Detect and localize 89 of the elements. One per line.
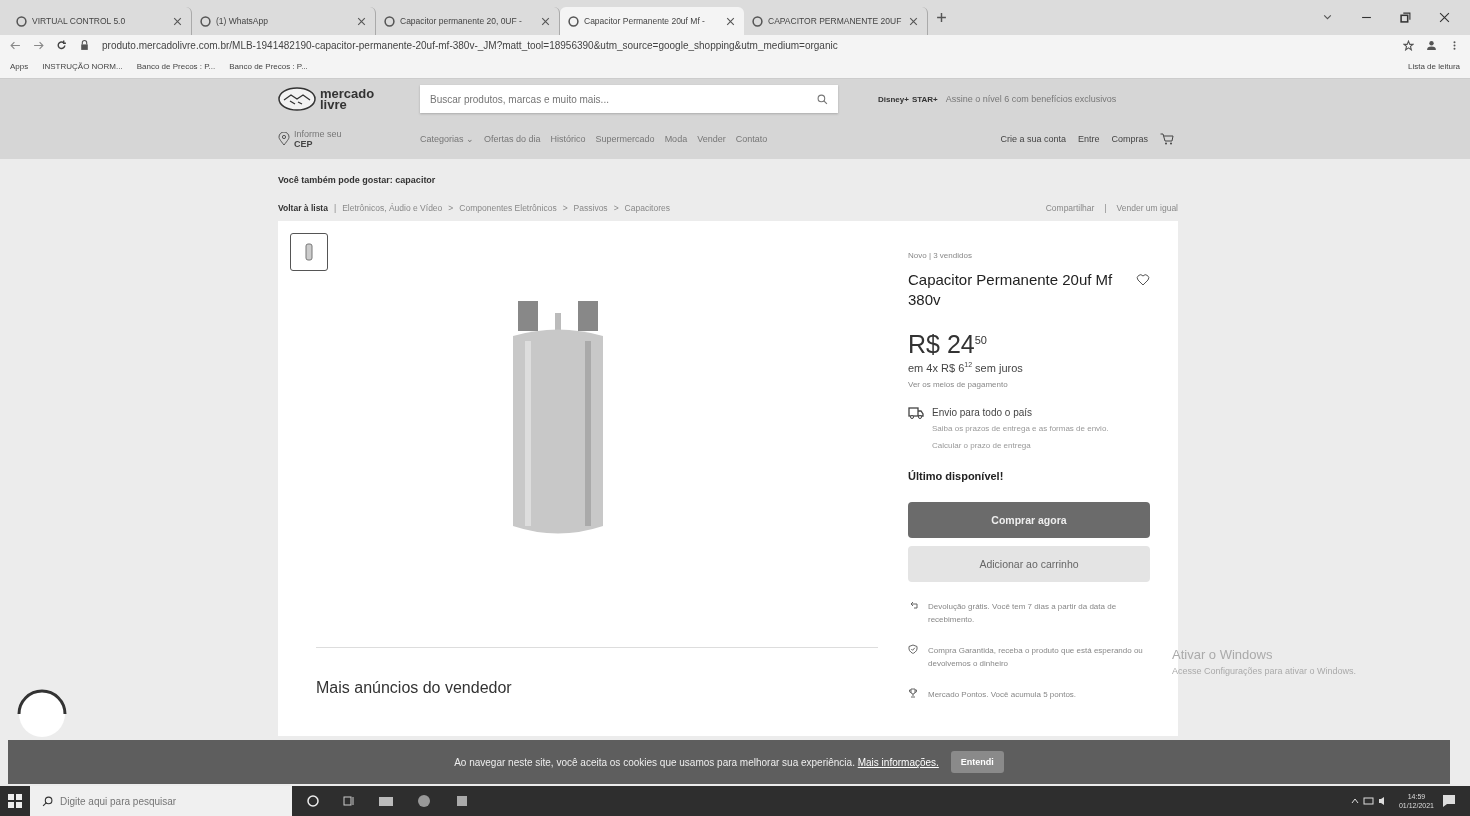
action-divider: | [1104,203,1107,213]
site-icon [752,15,763,27]
nav-link[interactable]: Ofertas do dia [484,134,541,144]
handshake-logo-icon[interactable] [278,87,316,111]
task-view-icon[interactable] [342,794,356,808]
bookmark-item[interactable]: Banco de Precos : P... [136,62,216,71]
nav-link[interactable]: Contato [735,134,768,144]
nav-link[interactable]: Moda [664,134,688,144]
more-info-link[interactable]: Mais informações. [857,756,939,768]
circle-icon[interactable] [306,794,320,808]
promo-text[interactable]: Assine o nível 6 com benefícios exclusivos [945,94,1117,104]
profile-icon[interactable] [1426,39,1437,51]
close-icon[interactable] [540,15,551,27]
benefit-text: Devolução grátis. Você tem 7 dias a partir da data de recebimento. [928,600,1118,626]
nav-link[interactable]: Histórico [550,134,586,144]
benefit-text: Mercado Pontos. Você acumula 5 pontos. [928,688,1077,701]
related-search-text[interactable]: Você também pode gostar: capacitor [278,159,1178,203]
bookmark-item[interactable]: Banco de Precos : P... [229,62,308,71]
site-icon [200,15,211,27]
chevron-icon[interactable] [1322,12,1333,23]
bookmark-item[interactable]: INSTRUÇÃO NORM... [42,62,123,71]
search-field[interactable]: Buscar produtos, marcas e muito mais... [420,85,806,113]
browser-app-icon[interactable] [416,794,432,808]
location-link[interactable]: Informe seu CEP [294,129,342,149]
reading-list-button[interactable]: Lista de leitura [1407,62,1460,71]
payment-link[interactable]: Ver os meios de pagamento [908,379,1150,389]
breadcrumb-separator: > [613,203,619,213]
account-link[interactable]: Entre [1077,134,1100,144]
sales-status: Novo | 3 vendidos [908,251,973,260]
add-to-cart-button[interactable]: Adicionar ao carrinho [908,545,1150,582]
site-icon [16,15,27,27]
nav-link[interactable]: Categorias ⌄ [420,134,475,144]
star-icon[interactable] [1403,39,1414,51]
installments-text: em 4x R$ 6$^{12}$ sem juros [908,361,1024,374]
close-icon[interactable] [725,15,736,27]
cookie-notice: Ao navegar neste site, você aceita os cookies que usamos para melhorar sua experiência. Mais informações. [454,756,939,768]
taskbar-search-field[interactable]: Digite aqui para pesquisar [30,786,292,816]
folder-icon[interactable] [378,794,394,808]
shipping-text: Saiba os prazos de entrega e as formas de envio. [932,422,1109,435]
new-tab-icon[interactable] [936,12,947,23]
reload-icon[interactable] [56,39,67,51]
search-icon [816,93,828,105]
shipping-title: Envio para todo o país [932,406,1034,418]
nav-link[interactable]: Supermercado [595,134,655,144]
lock-icon [79,39,90,51]
trophy-icon [908,687,918,698]
price: R$ 24$^{50}$ [908,330,988,359]
heart-icon[interactable] [1136,273,1150,287]
close-icon[interactable] [1439,12,1450,23]
buy-now-button[interactable]: Comprar agora [908,501,1150,538]
bookmark-item[interactable]: Apps [10,62,29,71]
close-icon[interactable] [356,15,367,27]
accept-button[interactable]: Entendi [950,751,1004,773]
forward-arrow-icon[interactable] [33,39,44,51]
breadcrumb-separator: > [448,203,454,213]
truck-icon [908,406,924,419]
account-link[interactable]: Crie a sua conta [1000,134,1066,144]
account-link[interactable]: Compras [1111,134,1148,144]
back-link[interactable]: Voltar à lista [278,203,328,213]
activation-title: Ativar o Windows [1172,647,1274,662]
notification-icon[interactable] [1442,794,1456,808]
nav-link[interactable]: Vender [697,134,726,144]
breadcrumb-divider: | [333,203,337,213]
loading-circle-icon [17,689,67,739]
benefit-text: Compra Garantida, receba o produto que está esperando ou devolvemos o dinheiro [928,644,1144,670]
promo-logo[interactable]: Disney+ STAR+ [878,94,938,104]
browser-tab[interactable]: Capacitor Permanente 20uf Mf - [560,7,744,35]
location-pin-icon[interactable] [278,132,290,146]
restore-icon[interactable] [1400,12,1411,23]
shield-icon [908,643,918,654]
search-icon [42,796,53,807]
stock-text: Último disponível! [908,469,1005,482]
back-arrow-icon[interactable] [10,39,21,51]
capacitor-thumbnail-icon [305,243,313,261]
thumbnail[interactable] [290,233,328,271]
site-icon [568,15,579,27]
action-link[interactable]: Compartilhar [1045,203,1095,213]
document-app-icon[interactable] [454,794,470,808]
site-icon [384,15,395,27]
breadcrumb-separator: > [562,203,568,213]
section-title: Mais anúncios do vendedor [316,679,512,697]
return-arrow-icon [908,599,918,610]
windows-start-icon[interactable] [8,794,22,808]
logo-text: mercado livre [320,88,375,110]
cart-icon[interactable] [1160,133,1174,145]
close-icon[interactable] [908,15,919,27]
product-title: Capacitor Permanente 20uf Mf 380v [908,270,1114,310]
search-button[interactable] [806,85,838,113]
close-icon[interactable] [172,15,183,27]
